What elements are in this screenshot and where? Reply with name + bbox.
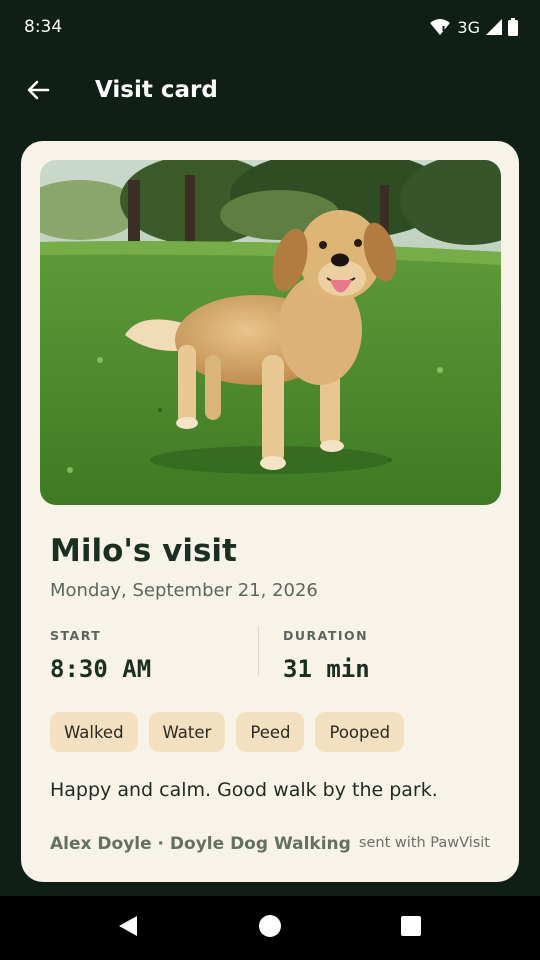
- start-label: START: [50, 628, 102, 643]
- sent-with-label: sent with PawVisit: [358, 835, 490, 851]
- visit-title: Milo's visit: [50, 533, 237, 569]
- nav-home-button[interactable]: [250, 908, 290, 948]
- status-time: 8:34: [24, 17, 63, 37]
- status-icons: 3G: [429, 15, 518, 39]
- network-type: 3G: [457, 17, 480, 37]
- arrow-left-icon: [26, 78, 50, 106]
- tag-peed: Peed: [236, 712, 305, 752]
- cellular-signal-icon: [486, 19, 502, 35]
- home-circle-icon: [259, 915, 281, 941]
- tag-pooped: Pooped: [315, 712, 405, 752]
- stats-divider: [258, 626, 259, 676]
- battery-icon: [508, 18, 518, 36]
- nav-back-button[interactable]: [108, 908, 148, 948]
- visit-note: Happy and calm. Good walk by the park.: [50, 779, 438, 801]
- visit-date: Monday, September 21, 2026: [50, 580, 318, 601]
- activity-tags: Walked Water Peed Pooped: [50, 712, 405, 752]
- walker-name: Alex Doyle · Doyle Dog Walking: [50, 834, 351, 854]
- back-triangle-icon: [118, 915, 138, 941]
- back-button[interactable]: [16, 70, 60, 114]
- status-bar: 8:34 3G: [0, 0, 540, 56]
- dog-photo: [40, 160, 501, 505]
- recents-square-icon: [401, 916, 421, 940]
- nav-recents-button[interactable]: [391, 908, 431, 948]
- top-app-bar: Visit card: [0, 60, 540, 124]
- system-nav-bar: [0, 896, 540, 960]
- duration-value: 31 min: [283, 655, 370, 683]
- page-title: Visit card: [95, 77, 218, 103]
- wifi-alert-icon: [429, 18, 451, 36]
- start-value: 8:30 AM: [50, 655, 152, 683]
- tag-water: Water: [148, 712, 226, 752]
- tag-walked: Walked: [50, 712, 138, 752]
- duration-label: DURATION: [283, 628, 369, 643]
- visit-card: Milo's visit Monday, September 21, 2026 …: [21, 141, 519, 882]
